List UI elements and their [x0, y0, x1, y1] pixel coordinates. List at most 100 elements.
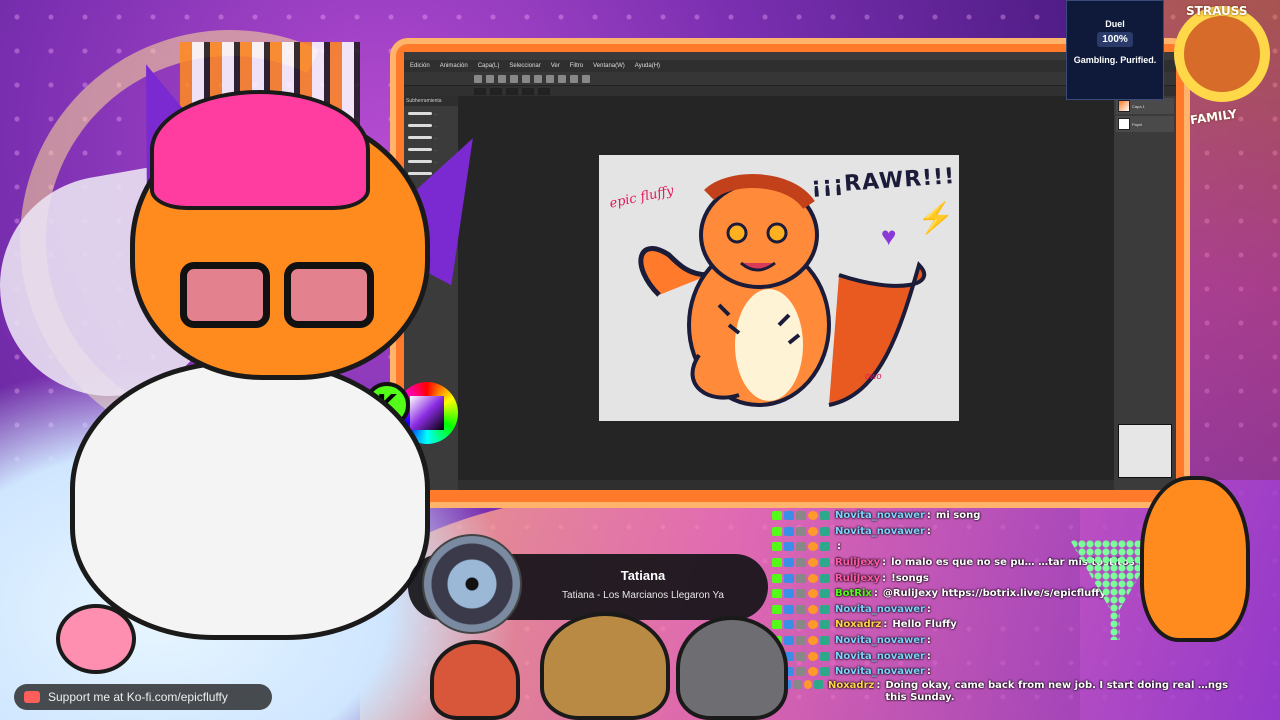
chat-separator: :: [882, 557, 887, 569]
chat-username[interactable]: Novita_novawer: [835, 510, 925, 521]
chat-badge-icon: [808, 636, 818, 646]
chat-badge-icon: [820, 542, 830, 552]
chat-badge-icon: [820, 526, 830, 536]
support-text: Support me at Ko-fi.com/epicfluffy: [48, 690, 228, 704]
chat-badge-icon: [784, 620, 794, 630]
sponsor-badge: 100%: [1097, 32, 1133, 47]
chat-username[interactable]: RuliJexy: [835, 573, 880, 584]
chat-badge-icon: [796, 636, 806, 646]
chat-badge-icon: [808, 651, 818, 661]
menu-edit[interactable]: Edición: [410, 63, 430, 69]
menu-animation[interactable]: Animación: [440, 63, 468, 69]
undo-icon[interactable]: [510, 74, 518, 83]
property-field[interactable]: [522, 87, 534, 95]
layer-row[interactable]: Papel: [1116, 116, 1174, 132]
app-statusbar: [458, 480, 1114, 490]
chat-badge-icon: [784, 526, 794, 536]
chat-badge-icon: [772, 620, 782, 630]
chat-badge-icon: [772, 542, 782, 552]
chat-badge-icon: [814, 679, 823, 689]
chat-text: @RuliJexy https://botrix.live/s/epicfluf…: [882, 588, 1106, 600]
chat-badge-icon: [808, 604, 818, 614]
chat-badge-icon: [796, 526, 806, 536]
chat-badge-icon: [820, 558, 830, 568]
chat-badge-icon: [793, 679, 802, 689]
app-menubar: Edición Animación Capa(L) Seleccionar Ve…: [404, 60, 1176, 72]
chat-badge-icon: [796, 542, 806, 552]
fill-icon[interactable]: [558, 74, 566, 83]
now-playing-widget: Tatiana Tatiana - Los Marcianos Llegaron…: [408, 534, 768, 634]
chat-badge-icon: [784, 511, 794, 521]
property-field[interactable]: [538, 87, 550, 95]
redo-icon[interactable]: [522, 74, 530, 83]
chat-text: Hello Fluffy: [892, 619, 957, 631]
layer-row[interactable]: Capa 1: [1116, 98, 1174, 114]
chat-username[interactable]: Novita_novawer: [835, 635, 925, 646]
chat-separator: :: [883, 619, 888, 631]
property-field[interactable]: [490, 87, 502, 95]
chat-badge-icon: [796, 651, 806, 661]
chat-badge-icon: [808, 620, 818, 630]
chat-username[interactable]: Novita_novawer: [835, 526, 925, 537]
menu-window[interactable]: Ventana(W): [593, 63, 625, 69]
menu-help[interactable]: Ayuda(H): [635, 63, 660, 69]
menu-filter[interactable]: Filtro: [570, 63, 583, 69]
chat-username[interactable]: RuliJexy: [835, 557, 880, 568]
chat-username[interactable]: Noxadrz: [828, 680, 874, 692]
chat-username[interactable]: BotRix: [835, 588, 872, 599]
chat-separator: :: [882, 572, 887, 584]
chat-message: Novita_novawer :: [772, 648, 1242, 664]
chat-badge-icon: [796, 573, 806, 583]
chat-badge-icon: [796, 604, 806, 614]
chat-badge-icon: [784, 558, 794, 568]
chat-badge-icon: [772, 589, 782, 599]
artwork-canvas[interactable]: ¡¡¡RAWR!!! epic fluffy ♥ ⚡ owo: [599, 155, 959, 421]
chat-username[interactable]: Noxadrz: [835, 619, 881, 630]
track-artist: Tatiana - Los Marcianos Llegaron Ya: [562, 590, 724, 601]
property-field[interactable]: [506, 87, 518, 95]
new-file-icon[interactable]: [474, 74, 482, 83]
menu-view[interactable]: Ver: [551, 63, 560, 69]
navigator-thumbnail[interactable]: [1118, 424, 1172, 478]
chat-badge-icon: [808, 511, 818, 521]
chat-badge-icon: [820, 511, 830, 521]
save-icon[interactable]: [498, 74, 506, 83]
support-bar[interactable]: Support me at Ko-fi.com/epicfluffy: [14, 684, 272, 710]
chat-username[interactable]: Novita_novawer: [835, 604, 925, 615]
chat-username[interactable]: Novita_novawer: [835, 666, 925, 677]
chat-badge-icon: [808, 542, 818, 552]
chat-username[interactable]: Novita_novawer: [835, 651, 925, 662]
chat-text: mi song: [935, 510, 981, 522]
chat-badge-icon: [808, 526, 818, 536]
chat-separator: :: [926, 635, 931, 647]
settings-icon[interactable]: [570, 74, 578, 83]
sponsor-brand: Duel: [1105, 19, 1125, 29]
frog-cat-emote: [540, 612, 670, 720]
chat-text: !songs: [891, 572, 929, 584]
layer-panel: Capa 1 Papel: [1114, 96, 1176, 490]
chat-badge-icon: [772, 573, 782, 583]
chat-badge-icon: [808, 573, 818, 583]
chat-badge-icon: [784, 636, 794, 646]
kofi-cup-icon: [24, 691, 40, 703]
chat-message: Noxadrz : Doing okay, came back from new …: [772, 679, 1242, 706]
transform-icon[interactable]: [546, 74, 554, 83]
chat-badge-icon: [820, 589, 830, 599]
menu-select[interactable]: Seleccionar: [509, 63, 540, 69]
logo-bottom-text: FAMILY: [1189, 106, 1238, 128]
app-property-bar: [404, 86, 1176, 96]
chat-badge-icon: [808, 667, 818, 677]
chat-badge-icon: [784, 573, 794, 583]
property-field[interactable]: [474, 87, 486, 95]
menu-layer[interactable]: Capa(L): [478, 63, 500, 69]
open-file-icon[interactable]: [486, 74, 494, 83]
chat-separator: :: [926, 510, 931, 522]
chat-badge-icon: [820, 651, 830, 661]
chat-badge-icon: [772, 558, 782, 568]
sponsor-banner[interactable]: Duel 100% Gambling. Purified.: [1066, 0, 1164, 100]
chat-badge-icon: [772, 511, 782, 521]
layer-thumbnail: [1118, 100, 1130, 112]
logo-ring: [1174, 6, 1270, 102]
grid-icon[interactable]: [582, 74, 590, 83]
selection-icon[interactable]: [534, 74, 542, 83]
